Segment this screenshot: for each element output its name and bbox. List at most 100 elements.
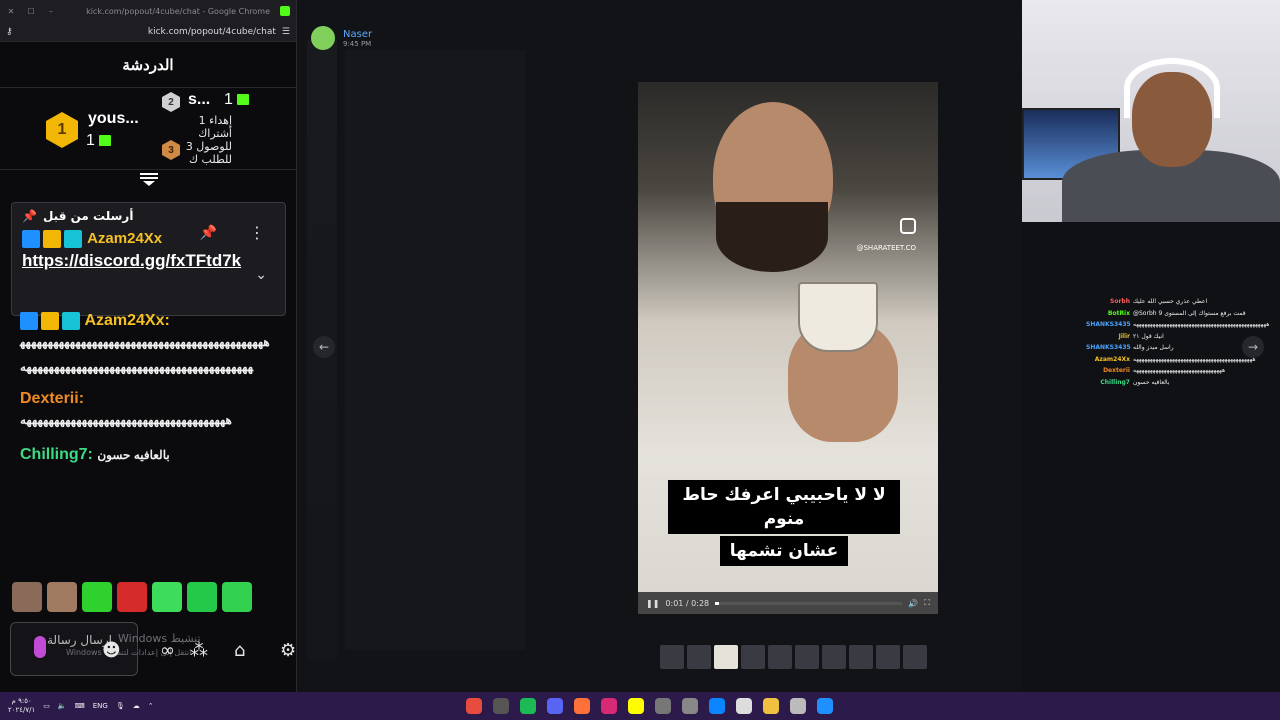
seek-fill — [715, 601, 719, 605]
infinity-icon[interactable]: ∞ — [160, 640, 175, 661]
message-text: بالعافيه حسون — [97, 448, 170, 463]
vip-crown-icon — [43, 229, 61, 248]
edge-icon[interactable] — [709, 698, 725, 714]
collapse-leaderboard-icon[interactable] — [138, 172, 160, 186]
gift-icon — [99, 135, 112, 147]
instagram-icon — [900, 218, 916, 234]
pinned-username[interactable]: Azam24Xx — [87, 230, 162, 247]
overlay-username: Chilling7 — [1100, 378, 1130, 386]
share-icon[interactable]: ⁂ — [190, 640, 208, 661]
thumbnail[interactable] — [768, 645, 792, 669]
overlay-chat-row: SHANKS3435 راسل ميدز والله — [1086, 342, 1278, 354]
leader-2-count: 1 — [224, 91, 250, 109]
app-icon[interactable] — [655, 698, 671, 714]
clock[interactable]: ٩:٥٠ م ٢٠٢٤/٧/١ — [8, 697, 35, 715]
close-window-icon[interactable]: ✕ — [6, 7, 16, 16]
overlay-username: BotRix — [1107, 309, 1130, 317]
instagram-app-icon[interactable] — [601, 698, 617, 714]
address-bar[interactable]: ⚷ kick.com/popout/4cube/chat ☰ — [0, 22, 296, 42]
clock-date: ٢٠٢٤/٧/١ — [8, 706, 36, 714]
file-explorer-icon[interactable] — [763, 698, 779, 714]
pause-icon[interactable]: ❚❚ — [646, 599, 659, 608]
moderator-badge-icon — [22, 229, 40, 248]
leader-2-count-value: 1 — [224, 91, 233, 108]
gift-leaderboard: 1 yous... 1 2 s... 1 3 إهداء 1 أشتراك لل… — [0, 88, 296, 170]
snapchat-icon[interactable] — [628, 698, 644, 714]
store-icon[interactable]: ⌂ — [234, 640, 245, 661]
firefox-icon[interactable] — [574, 698, 590, 714]
unpin-icon[interactable]: 📌 — [200, 225, 217, 241]
overlay-text: هههههههههههههههههههههههههههههههههههههههه… — [1133, 321, 1270, 328]
maximize-window-icon[interactable]: ☐ — [26, 7, 36, 16]
site-settings-icon[interactable]: ☰ — [282, 27, 290, 37]
address-url[interactable]: kick.com/popout/4cube/chat — [13, 27, 282, 37]
video-player[interactable]: @SHARATEET.CO لا لا ياحبيبي اعرفك حاط من… — [638, 82, 938, 614]
leader-1-name[interactable]: yous... — [88, 110, 139, 128]
message-username[interactable]: Chilling7: — [20, 446, 93, 463]
thumbnail[interactable] — [687, 645, 711, 669]
obs-icon[interactable] — [493, 698, 509, 714]
emoji-icon[interactable]: ☻ — [102, 640, 121, 661]
show-hidden-icons[interactable]: ⌃ — [148, 702, 154, 710]
emote-face-1-icon[interactable] — [12, 582, 42, 612]
emote-chat-icon[interactable] — [187, 582, 217, 612]
volume-tray-icon[interactable]: 🔈 — [58, 702, 67, 710]
message-username[interactable]: Azam24Xx: — [84, 312, 169, 329]
avatar[interactable] — [311, 26, 335, 50]
emote-eyes-icon[interactable] — [152, 582, 182, 612]
discord-icon[interactable] — [547, 698, 563, 714]
microphone-icon[interactable] — [34, 636, 46, 658]
media-editor-icon[interactable] — [736, 698, 752, 714]
thumbnail[interactable] — [849, 645, 873, 669]
notepad-icon[interactable] — [790, 698, 806, 714]
display-icon[interactable]: ▭ — [43, 702, 50, 710]
pinned-message[interactable]: 📌 أرسلت من قبل Azam24Xx https://discord.… — [11, 202, 286, 316]
spotify-icon[interactable] — [520, 698, 536, 714]
leader-2-name[interactable]: s... — [188, 91, 210, 109]
cloud-icon[interactable]: ☁ — [133, 702, 140, 710]
pinned-link[interactable]: https://discord.gg/fxTFtd7k — [22, 248, 275, 273]
message-text: هههههههههههههههههههههههههههههههههههههه — [20, 413, 232, 428]
rank-3-badge-icon: 3 — [162, 140, 180, 160]
mic-tray-icon[interactable]: 🎙 — [116, 702, 125, 710]
volume-icon[interactable]: 🔊 — [908, 599, 918, 608]
settings-gear-icon[interactable]: ⚙ — [280, 640, 296, 661]
chat-message: Azam24Xx: هههههههههههههههههههههههههههههه… — [20, 312, 272, 380]
thumbnail[interactable] — [660, 645, 684, 669]
thumbnail[interactable] — [795, 645, 819, 669]
thumbnail[interactable] — [714, 645, 738, 669]
thumbnail[interactable] — [876, 645, 900, 669]
thumbnail[interactable] — [822, 645, 846, 669]
rank-1-badge-icon: 1 — [46, 112, 78, 148]
key-icon[interactable]: ⚷ — [6, 27, 13, 37]
language-indicator[interactable]: ENG — [93, 702, 108, 710]
terminal-icon[interactable] — [682, 698, 698, 714]
previous-arrow-icon[interactable]: ← — [313, 336, 335, 358]
windows-start-icon[interactable] — [817, 698, 833, 714]
emote-angel-icon[interactable] — [82, 582, 112, 612]
message-username[interactable]: Dexterii: — [20, 390, 84, 407]
pinned-by-label: أرسلت من قبل — [42, 209, 134, 223]
minimize-window-icon[interactable]: – — [46, 7, 56, 16]
subscriber-badge-icon — [62, 312, 80, 330]
chrome-icon[interactable] — [466, 698, 482, 714]
channel-list — [345, 50, 525, 650]
thumbnail[interactable] — [903, 645, 927, 669]
windows-taskbar: ٩:٥٠ م ٢٠٢٤/٧/١ ▭ 🔈 ⌨ ENG 🎙 ☁ ⌃ — [0, 692, 1280, 720]
emote-headset-icon[interactable] — [222, 582, 252, 612]
overlay-text: راسل ميدز والله — [1133, 344, 1174, 351]
author-name[interactable]: Naser — [343, 29, 372, 40]
chevron-down-icon[interactable]: ⌄ — [255, 267, 267, 283]
more-options-icon[interactable]: ⋮ — [249, 223, 265, 242]
emote-face-2-icon[interactable] — [47, 582, 77, 612]
seek-bar[interactable] — [715, 601, 903, 605]
overlay-chat-row: BotRix @Sorbh قمت برفع مستواك إلى المستوى… — [1086, 308, 1278, 320]
overlay-username: SHANKS3435 — [1086, 321, 1131, 328]
fullscreen-icon[interactable]: ⛶ — [924, 598, 930, 608]
gift-icon — [237, 94, 250, 106]
thumbnail[interactable] — [741, 645, 765, 669]
kick-extension-icon[interactable] — [280, 6, 290, 16]
leader-3-cta[interactable]: إهداء 1 أشتراك للوصول 3 للطلب ك — [182, 114, 232, 168]
network-icon[interactable]: ⌨ — [75, 702, 85, 710]
emote-angry-icon[interactable] — [117, 582, 147, 612]
